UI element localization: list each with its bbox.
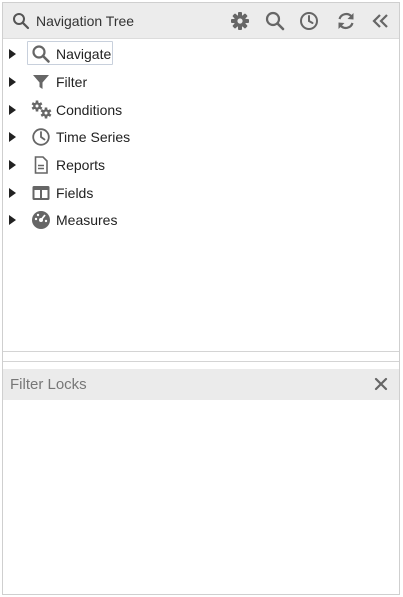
tree-item-label: Navigate	[56, 46, 112, 62]
tree-node-time-series: Time Series	[3, 123, 399, 149]
tree-item-label: Conditions	[56, 102, 123, 118]
expand-caret-icon[interactable]	[9, 215, 16, 225]
tree-item-conditions[interactable]: Conditions	[27, 97, 127, 121]
dashboard-icon	[31, 210, 51, 230]
tree-node-filter: Filter	[3, 68, 399, 94]
tree-node-navigate: Navigate	[3, 40, 399, 66]
panel-divider	[3, 351, 399, 352]
search-icon	[31, 44, 51, 64]
history-button[interactable]	[298, 10, 320, 32]
tree-node-reports: Reports	[3, 151, 399, 177]
expand-caret-icon[interactable]	[9, 105, 16, 115]
expand-caret-icon[interactable]	[9, 132, 16, 142]
tree-item-time-series[interactable]: Time Series	[27, 124, 135, 148]
expand-caret-icon[interactable]	[9, 160, 16, 170]
tree-item-reports[interactable]: Reports	[27, 152, 111, 176]
tree-item-label: Measures	[56, 212, 118, 228]
filter-locks-content	[3, 400, 399, 595]
gears-icon	[31, 100, 52, 120]
settings-button[interactable]	[229, 10, 251, 32]
tree-item-label: Fields	[56, 185, 94, 201]
splitter-handle[interactable]	[3, 361, 399, 362]
expand-caret-icon[interactable]	[9, 49, 16, 59]
close-icon	[373, 377, 389, 395]
refresh-button[interactable]	[335, 10, 357, 32]
search-icon	[264, 10, 286, 32]
tree-item-label: Time Series	[56, 129, 131, 145]
filter-locks-header: Filter Locks	[3, 369, 399, 400]
tree-item-label: Filter	[56, 74, 88, 90]
expand-caret-icon[interactable]	[9, 77, 16, 87]
tree-item-label: Reports	[56, 157, 106, 173]
collapse-panel-button[interactable]	[370, 10, 392, 32]
tree-item-filter[interactable]: Filter	[27, 69, 97, 93]
search-icon	[12, 12, 30, 30]
panel-header: Navigation Tree	[3, 3, 399, 39]
close-button[interactable]	[373, 376, 389, 392]
tree-item-fields[interactable]: Fields	[27, 180, 99, 204]
expand-caret-icon[interactable]	[9, 188, 16, 198]
double-chevron-left-icon	[370, 10, 392, 32]
clock-icon	[298, 10, 320, 32]
search-button[interactable]	[264, 10, 286, 32]
refresh-icon	[335, 10, 357, 32]
tree-node-conditions: Conditions	[3, 96, 399, 122]
tree-item-measures[interactable]: Measures	[27, 207, 121, 231]
document-icon	[31, 155, 51, 175]
columns-icon	[31, 183, 51, 203]
navigation-panel: Navigation Tree Navigate Filter Conditio…	[2, 2, 400, 595]
tree-node-fields: Fields	[3, 179, 399, 205]
gear-icon	[229, 10, 251, 32]
filter-locks-title: Filter Locks	[10, 376, 87, 393]
filter-icon	[31, 72, 51, 92]
tree-item-navigate[interactable]: Navigate	[27, 41, 113, 65]
tree-node-measures: Measures	[3, 206, 399, 232]
clock-icon	[31, 127, 51, 147]
panel-title: Navigation Tree	[36, 13, 135, 29]
